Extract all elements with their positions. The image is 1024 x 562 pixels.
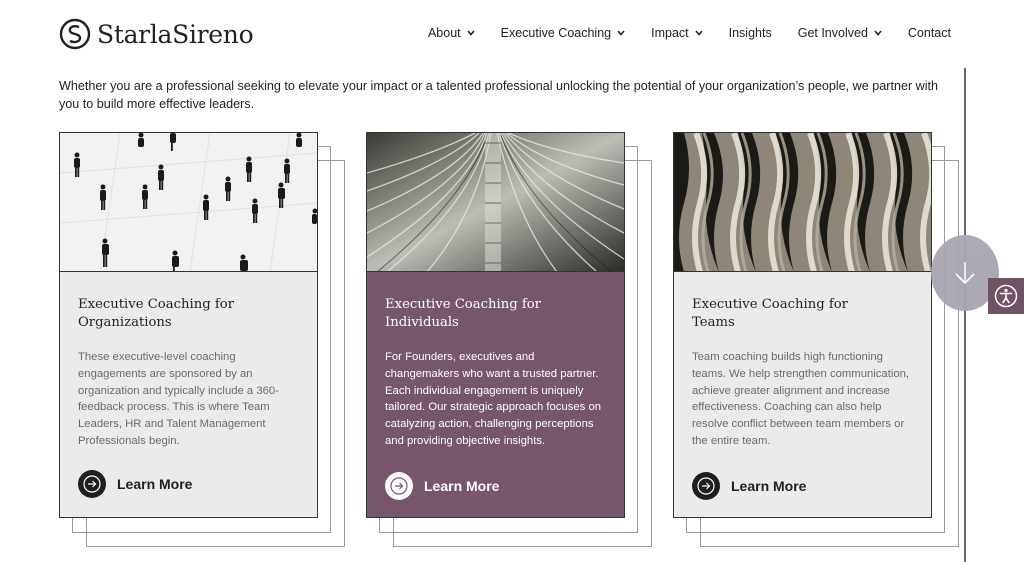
card-title: Executive Coaching for Organizations xyxy=(78,296,303,332)
learn-more-label: Learn More xyxy=(731,478,807,494)
card-title: Executive Coaching for Individuals xyxy=(385,296,610,332)
card-title-line: Executive Coaching for xyxy=(692,297,848,312)
chevron-down-icon xyxy=(874,30,882,36)
nav-label: About xyxy=(427,26,461,40)
accessibility-icon xyxy=(994,284,1018,308)
card-description: These executive-level coaching engagemen… xyxy=(78,351,279,447)
people-walking-image xyxy=(60,133,317,272)
vertical-divider xyxy=(964,68,966,562)
chevron-down-icon xyxy=(617,30,625,36)
nav-item-impact[interactable]: Impact xyxy=(651,26,703,40)
card-title-line: Executive Coaching for xyxy=(78,297,234,312)
site-logo[interactable]: StarlaSireno xyxy=(59,18,254,50)
card-panel: Executive Coaching for Organizations The… xyxy=(59,132,318,518)
nav-item-executive-coaching[interactable]: Executive Coaching xyxy=(501,26,625,40)
nav-label: Impact xyxy=(651,26,689,40)
arrow-right-circle-icon xyxy=(692,472,720,500)
learn-more-label: Learn More xyxy=(117,476,193,492)
card-title-line: Executive Coaching for xyxy=(385,297,541,312)
card-title-line: Organizations xyxy=(78,315,172,330)
chevron-down-icon xyxy=(467,30,475,36)
learn-more-label: Learn More xyxy=(424,478,500,494)
card-panel: Executive Coaching for Individuals For F… xyxy=(366,132,625,518)
learn-more-button[interactable]: Learn More xyxy=(385,472,499,500)
card-title-line: Individuals xyxy=(385,315,459,330)
logo-mark-icon xyxy=(59,18,91,50)
arrow-down-icon xyxy=(955,262,975,285)
card-title: Executive Coaching for Teams xyxy=(692,296,917,332)
logo-text: StarlaSireno xyxy=(97,19,254,49)
card-description: Team coaching builds high functioning te… xyxy=(692,351,910,447)
main-nav: About Executive Coaching Impact Insights… xyxy=(428,26,951,40)
nav-label: Insights xyxy=(728,26,772,40)
intro-text: Whether you are a professional seeking t… xyxy=(59,79,939,111)
architecture-ribs-image xyxy=(367,133,624,272)
nav-item-about[interactable]: About xyxy=(428,26,475,40)
card-organizations: Executive Coaching for Organizations The… xyxy=(59,132,345,548)
accessibility-button[interactable] xyxy=(988,278,1024,314)
arrow-right-circle-icon xyxy=(78,470,106,498)
learn-more-button[interactable]: Learn More xyxy=(78,470,192,498)
nav-item-contact[interactable]: Contact xyxy=(908,26,951,40)
nav-item-insights[interactable]: Insights xyxy=(729,26,772,40)
card-individuals: Executive Coaching for Individuals For F… xyxy=(366,132,652,548)
learn-more-button[interactable]: Learn More xyxy=(692,472,806,500)
card-title-line: Teams xyxy=(692,315,735,330)
nav-label: Executive Coaching xyxy=(500,26,612,40)
nav-label: Get Involved xyxy=(797,26,868,40)
nav-label: Contact xyxy=(907,26,951,40)
arrow-right-circle-icon xyxy=(385,472,413,500)
card-teams: Executive Coaching for Teams Team coachi… xyxy=(673,132,959,548)
card-panel: Executive Coaching for Teams Team coachi… xyxy=(673,132,932,518)
wave-pattern-image xyxy=(674,133,931,272)
nav-item-get-involved[interactable]: Get Involved xyxy=(798,26,882,40)
card-description: For Founders, executives and changemaker… xyxy=(385,351,602,447)
chevron-down-icon xyxy=(695,30,703,36)
